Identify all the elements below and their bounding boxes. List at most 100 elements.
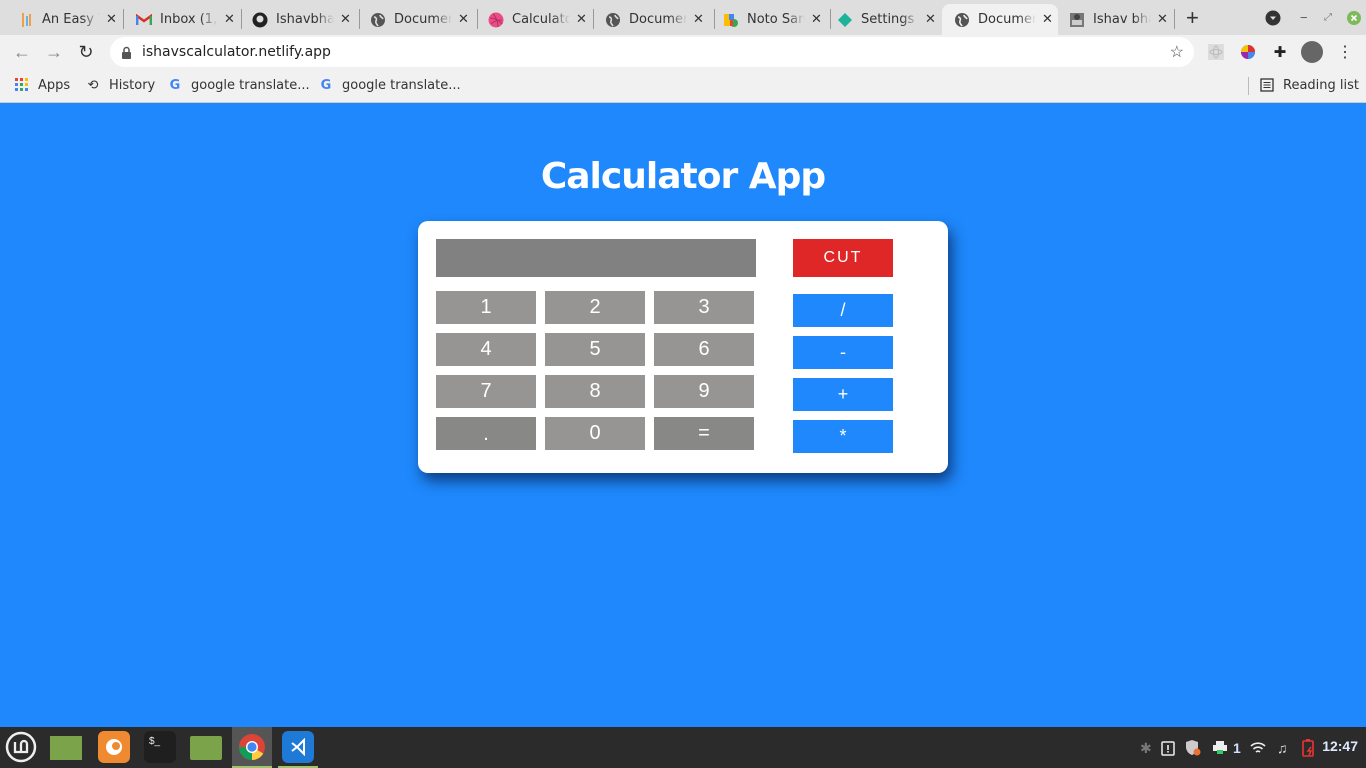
tab-9[interactable]: Ishav bha ✕ — [1069, 4, 1175, 35]
key-equals[interactable]: = — [654, 417, 754, 450]
tab-title: Documen — [978, 12, 1036, 27]
tab-strip: An Easy T ✕ Inbox (1,0 ✕ Ishavbha ✕ Docu… — [0, 0, 1366, 35]
tab-1[interactable]: Inbox (1,0 ✕ — [136, 4, 242, 35]
profile-avatar[interactable] — [1301, 41, 1323, 63]
key-1[interactable]: 1 — [436, 291, 536, 324]
bookmark-history[interactable]: ⟲ History — [85, 77, 156, 93]
close-icon[interactable]: ✕ — [576, 12, 587, 27]
add-button[interactable]: + — [793, 378, 893, 411]
reading-list-label: Reading list — [1283, 77, 1359, 93]
key-8[interactable]: 8 — [545, 375, 645, 408]
tab-0[interactable]: An Easy T ✕ — [18, 4, 124, 35]
new-tab-button[interactable]: + — [1186, 0, 1199, 35]
battery-charging-icon[interactable] — [1302, 739, 1316, 757]
bookmark-star-icon[interactable]: ☆ — [1170, 42, 1184, 62]
tab-separator — [123, 9, 124, 29]
tab-5[interactable]: Documen ✕ — [605, 4, 715, 35]
globe-icon — [370, 12, 386, 28]
minimize-button[interactable]: − — [1300, 0, 1308, 35]
vscode-icon[interactable] — [282, 731, 314, 763]
tab-title: Settings — [861, 12, 915, 27]
reload-button[interactable]: ↻ — [76, 42, 96, 62]
cut-button[interactable]: CUT — [793, 239, 893, 277]
bookmark-google-translate-2[interactable]: G google translate... — [318, 77, 461, 93]
mint-menu-icon[interactable] — [5, 731, 37, 763]
close-icon[interactable]: ✕ — [925, 12, 936, 27]
close-window-button[interactable] — [1347, 0, 1361, 35]
key-5[interactable]: 5 — [545, 333, 645, 366]
url-text[interactable]: ishavscalculator.netlify.app — [142, 44, 331, 60]
tab-2[interactable]: Ishavbha ✕ — [252, 4, 360, 35]
tab-8-active[interactable]: Documen ✕ — [942, 4, 1058, 35]
close-icon[interactable]: ✕ — [693, 12, 704, 27]
tab-separator — [1174, 9, 1175, 29]
back-button[interactable]: ← — [12, 42, 32, 62]
menu-kebab-icon[interactable]: ⋮ — [1336, 43, 1354, 61]
clock[interactable]: 12:47 — [1322, 738, 1358, 754]
key-9[interactable]: 9 — [654, 375, 754, 408]
multiply-button[interactable]: * — [793, 420, 893, 453]
close-icon[interactable]: ✕ — [458, 12, 469, 27]
files-folder-icon[interactable] — [190, 736, 222, 760]
key-4[interactable]: 4 — [436, 333, 536, 366]
forward-button[interactable]: → — [44, 42, 64, 62]
chrome-icon[interactable] — [236, 731, 268, 763]
printer-icon[interactable] — [1212, 739, 1228, 757]
address-bar[interactable]: ishavscalculator.netlify.app ☆ — [110, 37, 1194, 67]
maximize-button[interactable]: ⤢ — [1324, 0, 1332, 35]
tab-6[interactable]: Noto San ✕ — [723, 4, 831, 35]
tab-title: Ishavbha — [276, 12, 334, 27]
clipboard-alert-icon[interactable] — [1161, 739, 1175, 757]
close-icon[interactable]: ✕ — [1042, 12, 1053, 27]
tab-separator — [477, 9, 478, 29]
browser-toolbar: ← → ↻ ishavscalculator.netlify.app ☆ ✚ ⋮ — [0, 35, 1366, 69]
color-picker-extension-icon[interactable] — [1239, 43, 1257, 61]
bookmark-label: Apps — [38, 77, 71, 93]
tab-3[interactable]: Documen ✕ — [370, 4, 478, 35]
globe-icon — [605, 12, 621, 28]
key-0[interactable]: 0 — [545, 417, 645, 450]
react-devtools-extension-icon[interactable] — [1207, 43, 1225, 61]
close-icon[interactable]: ✕ — [811, 12, 822, 27]
bookmark-google-translate-1[interactable]: G google translate... — [167, 77, 310, 93]
tab-search-button[interactable] — [1265, 0, 1281, 35]
terminal-icon[interactable]: $_ — [144, 731, 176, 763]
key-decimal[interactable]: . — [436, 417, 536, 450]
wifi-icon[interactable] — [1250, 739, 1266, 757]
close-icon — [1347, 10, 1361, 25]
tab-separator — [830, 9, 831, 29]
key-3[interactable]: 3 — [654, 291, 754, 324]
chevron-down-icon — [1265, 10, 1281, 25]
divide-button[interactable]: / — [793, 294, 893, 327]
show-desktop-icon[interactable] — [50, 736, 82, 760]
bluetooth-icon[interactable]: ✱ — [1140, 739, 1152, 757]
subtract-button[interactable]: - — [793, 336, 893, 369]
app-title: Calculator App — [540, 156, 826, 197]
calculator-display[interactable] — [436, 239, 756, 277]
reading-list-icon — [1259, 77, 1275, 93]
close-icon[interactable]: ✕ — [106, 12, 117, 27]
close-icon[interactable]: ✕ — [224, 12, 235, 27]
bookmark-label: google translate... — [191, 77, 310, 93]
close-icon[interactable]: ✕ — [1157, 12, 1168, 27]
shield-update-icon[interactable] — [1184, 739, 1202, 757]
bookmark-apps[interactable]: Apps — [14, 77, 70, 93]
gmail-icon — [136, 12, 152, 28]
key-6[interactable]: 6 — [654, 333, 754, 366]
close-icon[interactable]: ✕ — [340, 12, 351, 27]
sound-icon[interactable]: ♫ — [1277, 739, 1288, 757]
reading-list-button[interactable]: Reading list — [1259, 77, 1359, 93]
key-2[interactable]: 2 — [545, 291, 645, 324]
tab-7[interactable]: Settings ✕ — [837, 4, 945, 35]
firefox-icon[interactable] — [98, 731, 130, 763]
key-7[interactable]: 7 — [436, 375, 536, 408]
tab-title: Calculato — [512, 12, 570, 27]
google-icon: G — [320, 77, 332, 93]
history-icon: ⟲ — [87, 77, 99, 93]
extensions-puzzle-icon[interactable]: ✚ — [1271, 43, 1289, 61]
bookmark-label: google translate... — [342, 77, 461, 93]
bookmarks-separator — [1248, 77, 1249, 95]
profile-image-icon — [1069, 12, 1085, 28]
tab-separator — [593, 9, 594, 29]
tab-4[interactable]: Calculato ✕ — [488, 4, 594, 35]
